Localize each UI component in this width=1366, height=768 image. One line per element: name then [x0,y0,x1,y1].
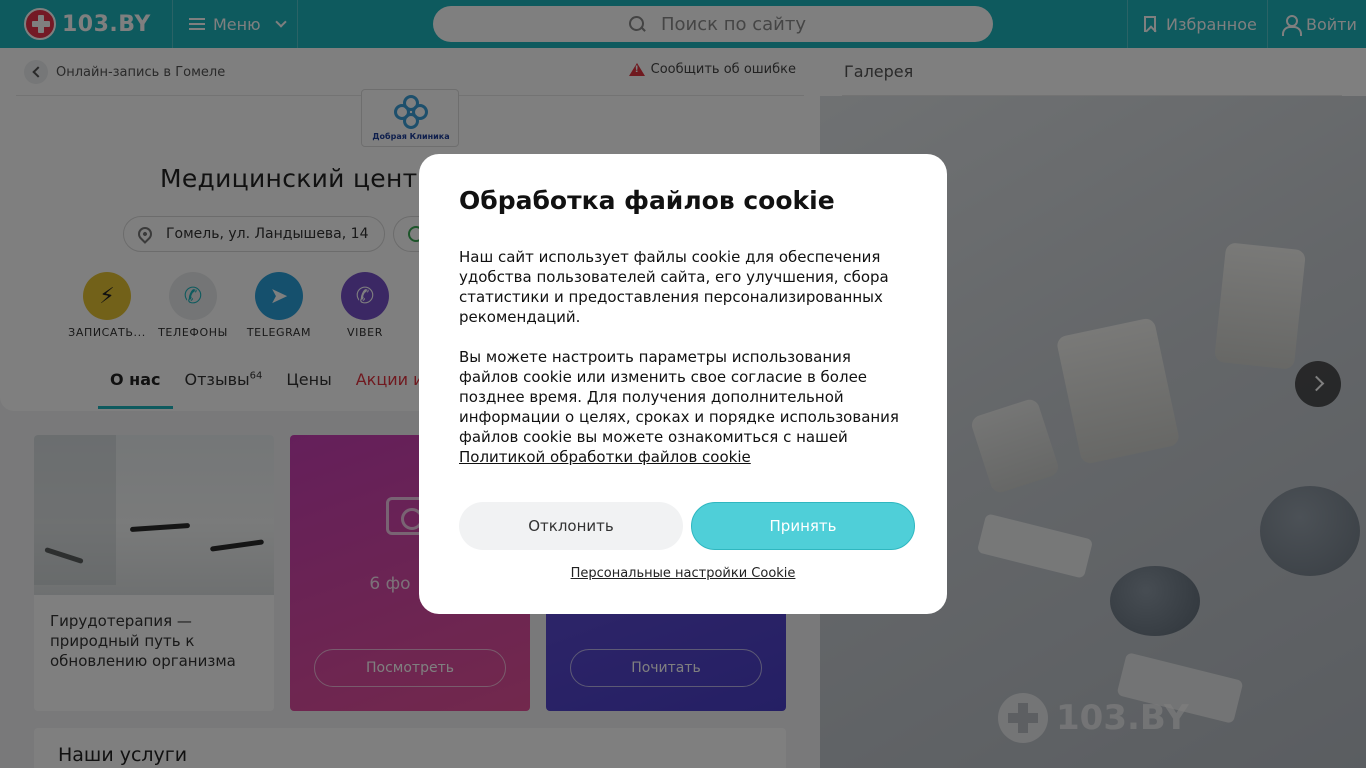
cookie-modal: Обработка файлов cookie Наш сайт использ… [419,154,947,614]
accept-button[interactable]: Принять [691,502,915,550]
modal-paragraph-2-text: Вы можете настроить параметры использова… [459,348,899,446]
modal-paragraph-2: Вы можете настроить параметры использова… [459,347,907,467]
modal-title: Обработка файлов cookie [459,186,835,215]
modal-paragraph-1: Наш сайт использует файлы cookie для обе… [459,248,889,326]
cookie-settings-link[interactable]: Персональные настройки Cookie [419,566,947,581]
decline-button[interactable]: Отклонить [459,502,683,550]
cookie-policy-link[interactable]: Политикой обработки файлов cookie [459,448,751,466]
modal-buttons: Отклонить Принять [459,502,915,550]
